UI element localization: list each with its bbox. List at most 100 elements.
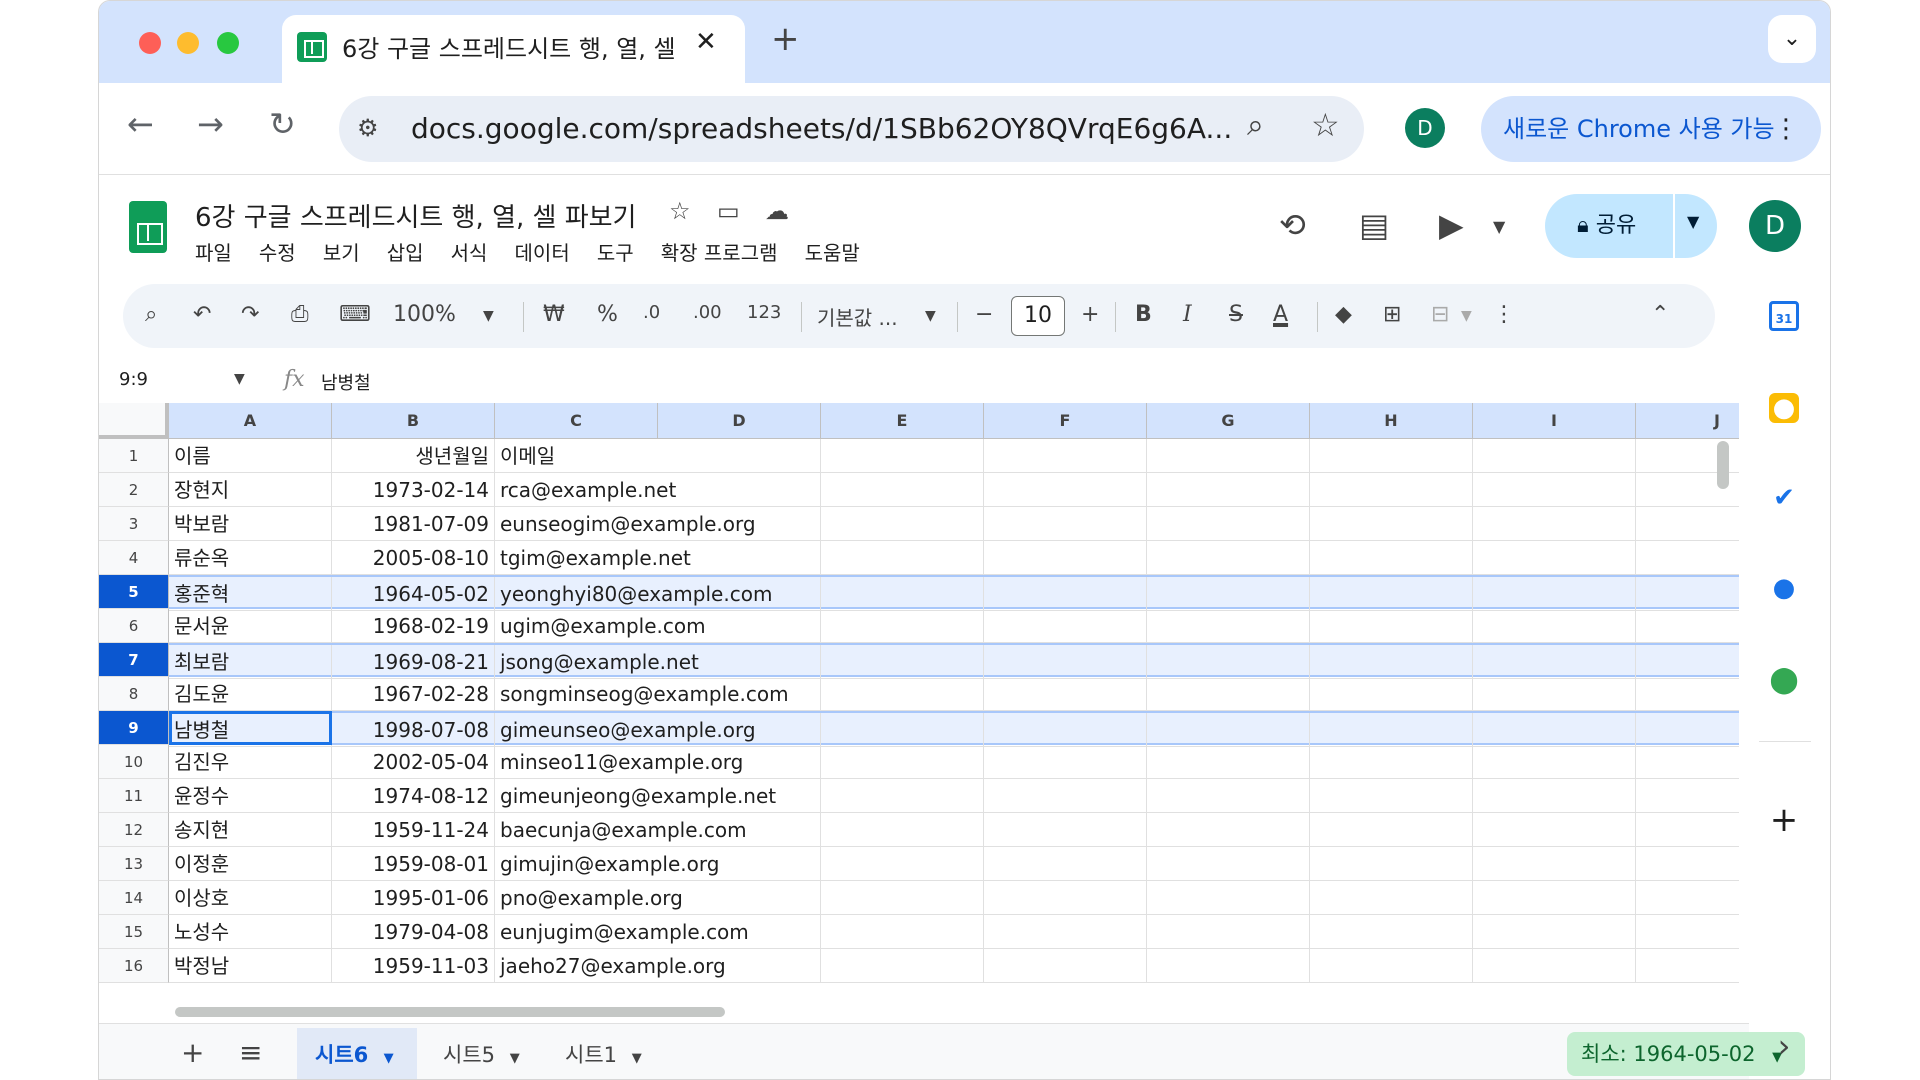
grid-cell-empty[interactable] [658,813,821,847]
row-header[interactable]: 14 [99,881,169,915]
zoom-select[interactable]: 100% [393,302,456,327]
grid-cell-empty[interactable] [1310,541,1473,575]
row-header[interactable]: 3 [99,507,169,541]
row-header[interactable]: 9 [99,711,169,745]
search-menu-icon[interactable]: ⌕ [145,302,157,327]
menu-format[interactable]: 서식 [451,241,488,265]
menu-edit[interactable]: 수정 [259,241,296,265]
grid-cell-empty[interactable] [658,439,821,473]
font-size-decrease-icon[interactable]: − [975,302,993,327]
undo-icon[interactable]: ↶ [193,302,211,327]
back-icon[interactable]: ← [127,105,154,143]
grid-cell-empty[interactable] [1147,813,1310,847]
grid-cell-empty[interactable] [1147,745,1310,779]
strikethrough-icon[interactable]: S [1229,302,1243,327]
grid-cell-empty[interactable] [1636,577,1739,611]
row-header[interactable]: 4 [99,541,169,575]
menu-data[interactable]: 데이터 [515,241,570,265]
grid-cell-empty[interactable] [1147,713,1310,747]
grid-cell-empty[interactable] [1310,779,1473,813]
grid-cell-empty[interactable] [821,915,984,949]
merge-dropdown-icon[interactable]: ▼ [1461,308,1472,324]
version-history-icon[interactable]: ⟲ [1279,206,1306,244]
grid-cell[interactable]: 1981-07-09 [332,507,495,541]
grid-cell-empty[interactable] [1310,813,1473,847]
borders-icon[interactable]: ⊞ [1383,302,1401,327]
meet-dropdown-icon[interactable]: ▼ [1493,217,1505,236]
grid-cell[interactable]: 김진우 [169,745,332,779]
row-header[interactable]: 16 [99,949,169,983]
grid-cell-empty[interactable] [658,645,821,679]
grid-cell-empty[interactable] [984,609,1147,643]
grid-cell-empty[interactable] [821,473,984,507]
spreadsheet-grid[interactable]: A B C D E F G H I J 1 이름 생년월일 이메일 2 장현지 1973-02-14 rca@ex… [99,403,1739,1008]
grid-cell-empty[interactable] [1310,507,1473,541]
name-box-dropdown-icon[interactable]: ▼ [234,371,245,387]
paint-format-icon[interactable]: ⌨ [339,302,371,327]
currency-format-button[interactable]: ₩ [543,302,565,327]
grid-cell[interactable]: 김도윤 [169,677,332,711]
reload-icon[interactable]: ↻ [269,105,296,143]
chrome-menu-icon[interactable]: ⋮ [1773,96,1799,162]
sheet-tab[interactable]: 시트1 ▼ [547,1028,665,1079]
bold-button[interactable]: B [1135,302,1152,327]
grid-cell-empty[interactable] [984,677,1147,711]
grid-cell-empty[interactable] [1147,507,1310,541]
grid-cell[interactable]: 장현지 [169,473,332,507]
grid-cell-empty[interactable] [1473,473,1636,507]
grid-cell-empty[interactable] [1636,713,1739,747]
horizontal-scrollbar[interactable] [175,1007,725,1017]
bookmark-star-icon[interactable]: ☆ [1311,106,1340,144]
sheet-tab[interactable]: 시트5 ▼ [425,1028,543,1079]
number-format-button[interactable]: 123 [747,302,781,323]
chrome-update-button[interactable]: 새로운 Chrome 사용 가능 ⋮ [1481,96,1821,162]
comments-icon[interactable]: ▤ [1359,206,1389,244]
grid-cell-empty[interactable] [658,677,821,711]
star-icon[interactable]: ☆ [669,197,691,225]
grid-cell-empty[interactable] [1636,813,1739,847]
grid-cell-empty[interactable] [984,507,1147,541]
grid-cell-empty[interactable] [1636,677,1739,711]
all-sheets-button[interactable]: ≡ [239,1036,262,1069]
grid-cell-empty[interactable] [984,473,1147,507]
grid-cell-empty[interactable] [1636,541,1739,575]
column-header[interactable]: D [658,403,821,439]
grid-cell[interactable]: 1995-01-06 [332,881,495,915]
address-bar[interactable]: ⚙ docs.google.com/spreadsheets/d/1SBb62O… [339,96,1364,162]
grid-cell-empty[interactable] [821,507,984,541]
italic-button[interactable]: I [1183,302,1192,327]
grid-cell[interactable]: 생년월일 [332,439,495,473]
grid-cell[interactable]: 류순옥 [169,541,332,575]
row-header[interactable]: 6 [99,609,169,643]
get-addons-button[interactable]: + [1769,803,1799,837]
percent-format-button[interactable]: % [597,302,618,327]
grid-cell-empty[interactable] [1310,473,1473,507]
grid-cell-empty[interactable] [1473,713,1636,747]
browser-tab-active[interactable]: 6강 구글 스프레드시트 행, 열, 셀 파 ✕ [282,15,745,83]
column-header[interactable]: B [332,403,495,439]
decrease-decimal-button[interactable]: .0 [643,302,660,323]
grid-cell-empty[interactable] [1636,949,1739,983]
grid-cell[interactable]: 1973-02-14 [332,473,495,507]
grid-cell-empty[interactable] [984,779,1147,813]
vertical-scrollbar[interactable] [1717,441,1729,489]
grid-cell[interactable]: jaeho27@example.org [495,949,726,983]
grid-cell-empty[interactable] [821,677,984,711]
grid-cell-empty[interactable] [1473,779,1636,813]
grid-cell-empty[interactable] [658,847,821,881]
document-title[interactable]: 6강 구글 스프레드시트 행, 열, 셀 파보기 [195,197,636,234]
grid-cell-empty[interactable] [984,949,1147,983]
grid-cell-empty[interactable] [1473,609,1636,643]
add-sheet-button[interactable]: + [181,1036,204,1069]
row-header[interactable]: 7 [99,643,169,677]
increase-decimal-button[interactable]: .00 [693,302,722,323]
grid-cell-empty[interactable] [658,949,821,983]
menu-extensions[interactable]: 확장 프로그램 [661,241,778,265]
maps-icon[interactable]: ⬤ [1769,665,1799,695]
grid-cell[interactable]: 1979-04-08 [332,915,495,949]
grid-cell-empty[interactable] [984,813,1147,847]
grid-cell-empty[interactable] [658,473,821,507]
grid-cell-empty[interactable] [658,507,821,541]
grid-cell-empty[interactable] [1473,949,1636,983]
tasks-icon[interactable]: ✔ [1769,483,1799,513]
